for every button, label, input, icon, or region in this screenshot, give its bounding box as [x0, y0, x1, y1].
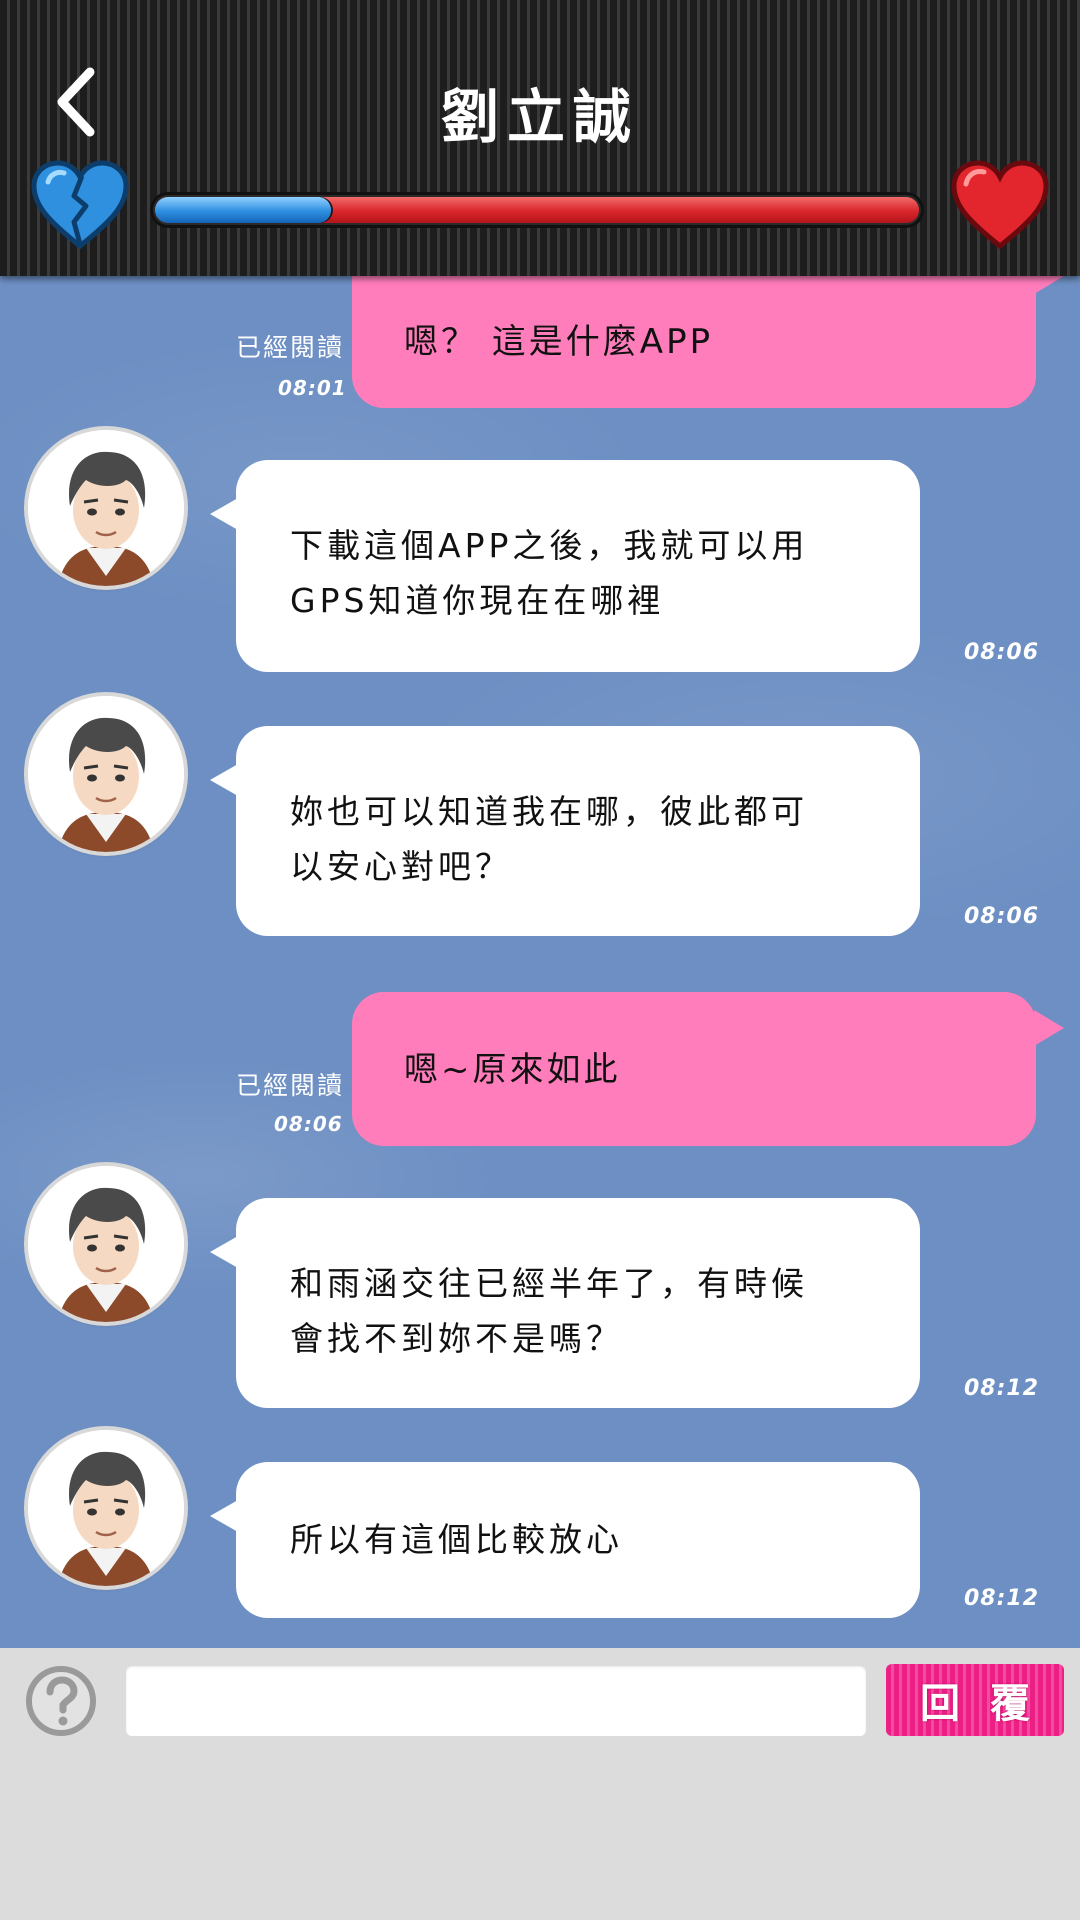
message-line: GPS知道你現在在哪裡 — [290, 581, 665, 620]
outgoing-message: 嗯？ 這是什麼APP — [352, 276, 1064, 408]
affection-meter-track — [155, 197, 919, 223]
avatar[interactable] — [28, 1166, 184, 1322]
incoming-message: 妳也可以知道我在哪，彼此都可 以安心對吧？ — [210, 726, 920, 936]
message-text: 嗯？ 這是什麼APP — [404, 322, 714, 362]
read-status: 已經閱讀 — [236, 1071, 345, 1100]
message-line: 以安心對吧？ — [290, 847, 512, 886]
affection-meter — [150, 192, 924, 228]
message-text: 嗯~原來如此 — [404, 1050, 621, 1090]
incoming-message: 下載這個APP之後，我就可以用 GPS知道你現在在哪裡 — [210, 460, 920, 672]
heart-icon — [951, 160, 1049, 250]
avatar[interactable] — [28, 696, 184, 852]
message-time: 08:06 — [964, 904, 1040, 929]
reply-input[interactable] — [126, 1666, 866, 1736]
incoming-message: 和雨涵交往已經半年了，有時候 會找不到妳不是嗎？ — [210, 1198, 920, 1408]
avatar-icon — [28, 1166, 184, 1322]
avatar-icon — [28, 1430, 184, 1586]
help-button[interactable] — [24, 1664, 98, 1738]
reply-button[interactable]: 回覆 — [886, 1664, 1064, 1736]
message-line: 妳也可以知道我在哪，彼此都可 — [290, 792, 808, 831]
message-time: 08:12 — [964, 1586, 1040, 1611]
message-line: 和雨涵交往已經半年了，有時候 — [290, 1264, 808, 1303]
avatar[interactable] — [28, 1430, 184, 1586]
read-status: 已經閱讀 — [236, 333, 345, 362]
empty-bottom-area — [0, 1752, 1080, 1920]
chat-header: 劉立誠 — [0, 0, 1080, 276]
message-line: 會找不到妳不是嗎？ — [290, 1319, 623, 1358]
contact-name: 劉立誠 — [440, 83, 639, 151]
chat-area[interactable]: 已經閱讀 08:01 嗯？ 這是什麼APP 下載這個APP之後，我就可以用 GP… — [0, 276, 1080, 1648]
affection-meter-fill — [155, 197, 331, 223]
message-line: 下載這個APP之後，我就可以用 — [290, 526, 809, 565]
broken-heart-icon — [31, 160, 129, 250]
incoming-message: 所以有這個比較放心 — [210, 1462, 920, 1618]
avatar-icon — [28, 696, 184, 852]
message-time: 08:06 — [274, 1112, 343, 1136]
message-time: 08:06 — [964, 640, 1040, 665]
reply-bar: 回覆 — [0, 1648, 1080, 1752]
message-line: 所以有這個比較放心 — [290, 1520, 623, 1559]
message-time: 08:12 — [964, 1376, 1040, 1401]
avatar-icon — [28, 430, 184, 586]
avatar[interactable] — [28, 430, 184, 586]
question-circle-icon — [26, 1666, 96, 1736]
message-time: 08:01 — [278, 376, 347, 400]
outgoing-message: 嗯~原來如此 — [352, 992, 1064, 1146]
